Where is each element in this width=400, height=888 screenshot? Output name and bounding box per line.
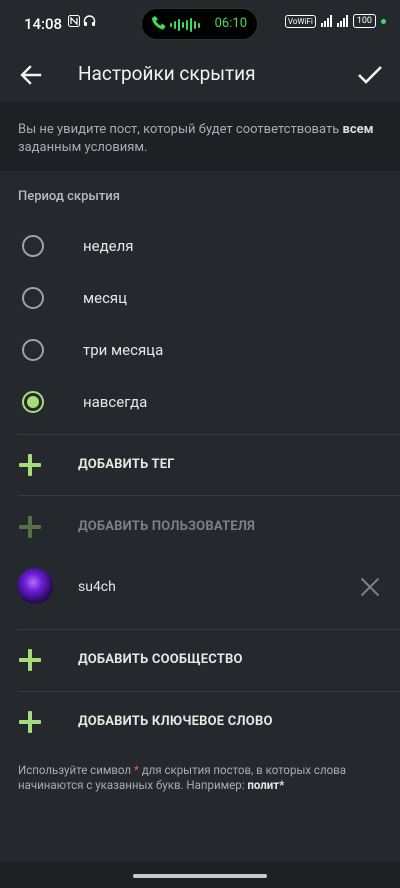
add-keyword-label: ДОБАВИТЬ КЛЮЧЕВОЕ СЛОВО [78, 714, 273, 729]
privacy-dot-icon [381, 18, 386, 24]
status-time: 14:08 [24, 15, 63, 33]
plus-icon [19, 649, 41, 671]
keyword-hint: Используйте символ * для скрытия постов,… [18, 763, 388, 793]
status-bar: 14:08 06:10 VoWiFi 100 [0, 0, 400, 48]
add-keyword-button[interactable]: ДОБАВИТЬ КЛЮЧЕВОЕ СЛОВО [0, 692, 400, 752]
add-user-button[interactable]: ДОБАВИТЬ ПОЛЬЗОВАТЕЛЯ [0, 497, 400, 557]
plus-icon [19, 454, 41, 476]
battery-icon: 100 [352, 14, 376, 28]
avatar [17, 568, 53, 604]
notice-text-after: заданным условиям. [18, 140, 148, 155]
add-tag-button[interactable]: ДОБАВИТЬ ТЕГ [0, 435, 400, 495]
add-community-label: ДОБАВИТЬ СООБЩЕСТВО [78, 652, 243, 667]
radio-button-selected[interactable] [22, 391, 44, 413]
hint-before: Используйте символ [18, 763, 134, 777]
radio-button[interactable] [22, 235, 44, 257]
username: su4ch [78, 579, 116, 595]
call-duration: 06:10 [214, 16, 247, 31]
signal-icon-2 [336, 15, 348, 27]
ongoing-call-pill[interactable]: 06:10 [141, 8, 258, 40]
radio-option-forever[interactable]: навсегда [0, 377, 400, 429]
radio-label: навсегда [83, 393, 148, 411]
notice-text-bold: всем [342, 122, 374, 137]
user-list-item: su4ch [0, 557, 400, 617]
radio-label: месяц [83, 289, 128, 307]
period-section-label: Период скрытия [18, 189, 120, 204]
audio-wave-icon [170, 18, 200, 32]
info-notice: Вы не увидите пост, который будет соотве… [0, 102, 400, 171]
phone-icon [152, 15, 166, 35]
add-community-button[interactable]: ДОБАВИТЬ СООБЩЕСТВО [0, 630, 400, 690]
vowifi-badge: VoWiFi [284, 14, 316, 28]
back-arrow-icon[interactable] [16, 60, 46, 90]
radio-option-month[interactable]: месяц [0, 273, 400, 325]
home-indicator[interactable] [133, 874, 267, 878]
radio-option-three-months[interactable]: три месяца [0, 325, 400, 377]
status-left-icons [68, 15, 96, 30]
app-bar: Настройки скрытия [0, 48, 400, 102]
radio-label: неделя [83, 237, 134, 255]
notice-text-before: Вы не увидите пост, который будет соотве… [18, 122, 343, 137]
divider [18, 495, 400, 496]
nfc-icon [68, 15, 80, 30]
radio-option-week[interactable]: неделя [0, 221, 400, 273]
page-title: Настройки скрытия [78, 62, 256, 85]
hint-example: полит* [247, 778, 285, 792]
plus-icon [19, 516, 41, 538]
checkmark-icon[interactable] [354, 59, 386, 91]
headset-icon [83, 15, 96, 30]
gesture-nav-bar [0, 862, 400, 888]
add-tag-label: ДОБАВИТЬ ТЕГ [78, 457, 175, 472]
close-icon[interactable] [360, 577, 380, 597]
plus-icon [19, 711, 41, 733]
status-right-icons: VoWiFi 100 [284, 14, 386, 28]
add-user-label: ДОБАВИТЬ ПОЛЬЗОВАТЕЛЯ [78, 519, 256, 534]
radio-label: три месяца [83, 341, 164, 359]
radio-button[interactable] [22, 339, 44, 361]
radio-button[interactable] [22, 287, 44, 309]
signal-icon [320, 15, 332, 27]
